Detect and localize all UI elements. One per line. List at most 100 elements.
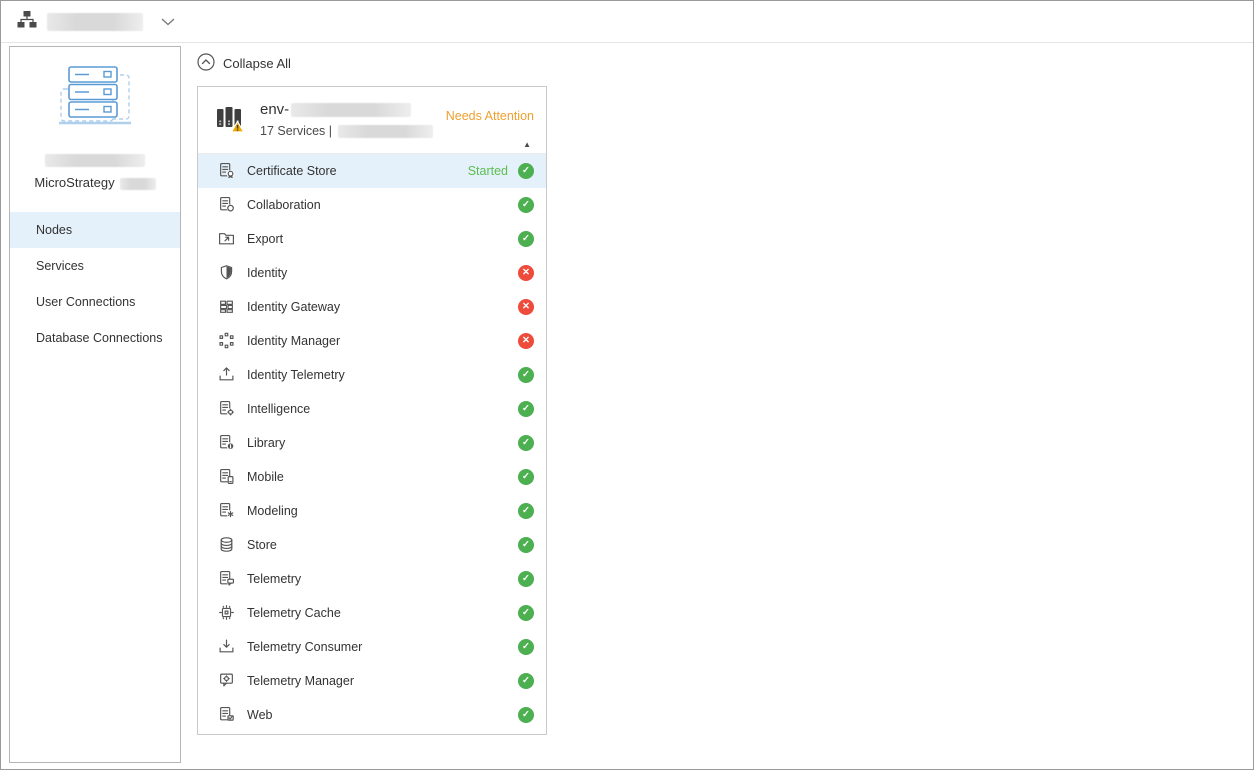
store-icon xyxy=(218,536,235,553)
service-row-export[interactable]: Export ✓ xyxy=(198,222,546,256)
service-name: Telemetry Cache xyxy=(247,606,341,620)
service-name: Telemetry Manager xyxy=(247,674,354,688)
service-row-identity-manager[interactable]: Identity Manager ✕ xyxy=(198,324,546,358)
telemetry-icon xyxy=(218,570,235,587)
status-ok-icon: ✓ xyxy=(518,231,534,247)
identity-gateway-icon xyxy=(218,298,235,315)
node-subtitle-redacted xyxy=(338,125,433,138)
node-card: env- 17 Services | Needs Attention ▲ Cer… xyxy=(197,86,547,735)
web-icon xyxy=(218,706,235,723)
collapse-all-label: Collapse All xyxy=(223,56,291,71)
export-icon xyxy=(218,230,235,247)
status-ok-icon: ✓ xyxy=(518,605,534,621)
service-name: Collaboration xyxy=(247,198,321,212)
service-row-mobile[interactable]: Mobile ✓ xyxy=(198,460,546,494)
service-name: Web xyxy=(247,708,272,722)
node-name-redacted xyxy=(291,103,411,117)
service-row-collaboration[interactable]: Collaboration ✓ xyxy=(198,188,546,222)
status-ok-icon: ✓ xyxy=(518,673,534,689)
intelligence-icon xyxy=(218,400,235,417)
node-titles: env- 17 Services | xyxy=(260,101,433,138)
sidebar-nav: NodesServicesUser ConnectionsDatabase Co… xyxy=(10,212,180,356)
node-servers-warning-icon xyxy=(214,102,246,138)
sidebar-item-user-connections[interactable]: User Connections xyxy=(10,284,180,320)
service-list: Certificate StoreStarted✓Collaboration✓E… xyxy=(198,154,546,734)
service-row-intelligence[interactable]: Intelligence ✓ xyxy=(198,392,546,426)
modeling-icon xyxy=(218,502,235,519)
collapse-all-button[interactable]: Collapse All xyxy=(197,53,291,73)
service-row-telemetry-consumer[interactable]: Telemetry Consumer ✓ xyxy=(198,630,546,664)
sidebar-item-database-connections[interactable]: Database Connections xyxy=(10,320,180,356)
topbar xyxy=(1,1,1253,43)
service-name: Telemetry xyxy=(247,572,301,586)
status-ok-icon: ✓ xyxy=(518,401,534,417)
service-row-telemetry[interactable]: Telemetry ✓ xyxy=(198,562,546,596)
main-panel: Collapse All xyxy=(197,53,547,735)
service-row-library[interactable]: Library ✓ xyxy=(198,426,546,460)
service-name: Mobile xyxy=(247,470,284,484)
sidebar-item-nodes[interactable]: Nodes xyxy=(10,212,180,248)
status-ok-icon: ✓ xyxy=(518,707,534,723)
status-ok-icon: ✓ xyxy=(518,537,534,553)
service-row-certificate-store[interactable]: Certificate Store Started ✓ xyxy=(198,154,546,188)
sidebar: MicroStrategy NodesServicesUser Connecti… xyxy=(9,46,181,763)
status-error-icon: ✕ xyxy=(518,265,534,281)
mobile-icon xyxy=(218,468,235,485)
status-ok-icon: ✓ xyxy=(518,639,534,655)
identity-icon xyxy=(218,264,235,281)
telemetry-consumer-icon xyxy=(218,638,235,655)
identity-manager-icon xyxy=(218,332,235,349)
certificate-store-icon xyxy=(218,162,235,179)
status-ok-icon: ✓ xyxy=(518,571,534,587)
service-row-web[interactable]: Web ✓ xyxy=(198,698,546,732)
library-icon xyxy=(218,434,235,451)
service-name: Modeling xyxy=(247,504,298,518)
service-name: Identity Manager xyxy=(247,334,340,348)
service-row-telemetry-cache[interactable]: Telemetry Cache ✓ xyxy=(198,596,546,630)
collaboration-icon xyxy=(218,196,235,213)
status-ok-icon: ✓ xyxy=(518,197,534,213)
product-name: MicroStrategy xyxy=(34,175,114,190)
collapse-all-icon xyxy=(197,53,215,74)
sidebar-item-services[interactable]: Services xyxy=(10,248,180,284)
service-name: Telemetry Consumer xyxy=(247,640,362,654)
telemetry-manager-icon xyxy=(218,672,235,689)
service-name: Identity Telemetry xyxy=(247,368,345,382)
environment-hierarchy-icon xyxy=(17,10,37,34)
node-header[interactable]: env- 17 Services | Needs Attention ▲ xyxy=(198,87,546,154)
needs-attention-badge: Needs Attention xyxy=(446,109,534,123)
service-name: Identity Gateway xyxy=(247,300,340,314)
service-row-modeling[interactable]: Modeling ✓ xyxy=(198,494,546,528)
service-status-label: Started xyxy=(468,164,508,178)
status-ok-icon: ✓ xyxy=(518,367,534,383)
environment-name-redacted xyxy=(47,13,143,31)
telemetry-cache-icon xyxy=(218,604,235,621)
node-name-prefix: env- xyxy=(260,101,289,118)
service-name: Store xyxy=(247,538,277,552)
workstation-window: MicroStrategy NodesServicesUser Connecti… xyxy=(0,0,1254,770)
server-stack-illustration xyxy=(45,61,145,137)
node-services-count: 17 Services | xyxy=(260,124,332,138)
status-error-icon: ✕ xyxy=(518,333,534,349)
status-ok-icon: ✓ xyxy=(518,503,534,519)
status-ok-icon: ✓ xyxy=(518,435,534,451)
service-name: Identity xyxy=(247,266,287,280)
status-ok-icon: ✓ xyxy=(518,469,534,485)
service-row-identity[interactable]: Identity ✕ xyxy=(198,256,546,290)
service-row-identity-telemetry[interactable]: Identity Telemetry ✓ xyxy=(198,358,546,392)
service-name: Intelligence xyxy=(247,402,310,416)
product-version-redacted xyxy=(120,178,156,190)
status-ok-icon: ✓ xyxy=(518,163,534,179)
service-name: Export xyxy=(247,232,283,246)
service-name: Certificate Store xyxy=(247,164,337,178)
node-collapse-triangle-icon[interactable]: ▲ xyxy=(523,140,531,149)
identity-telemetry-icon xyxy=(218,366,235,383)
environment-label-redacted xyxy=(45,154,145,167)
product-label: MicroStrategy xyxy=(10,175,180,190)
service-row-store[interactable]: Store ✓ xyxy=(198,528,546,562)
service-row-identity-gateway[interactable]: Identity Gateway ✕ xyxy=(198,290,546,324)
status-error-icon: ✕ xyxy=(518,299,534,315)
chevron-down-icon[interactable] xyxy=(161,18,175,26)
service-name: Library xyxy=(247,436,285,450)
service-row-telemetry-manager[interactable]: Telemetry Manager ✓ xyxy=(198,664,546,698)
